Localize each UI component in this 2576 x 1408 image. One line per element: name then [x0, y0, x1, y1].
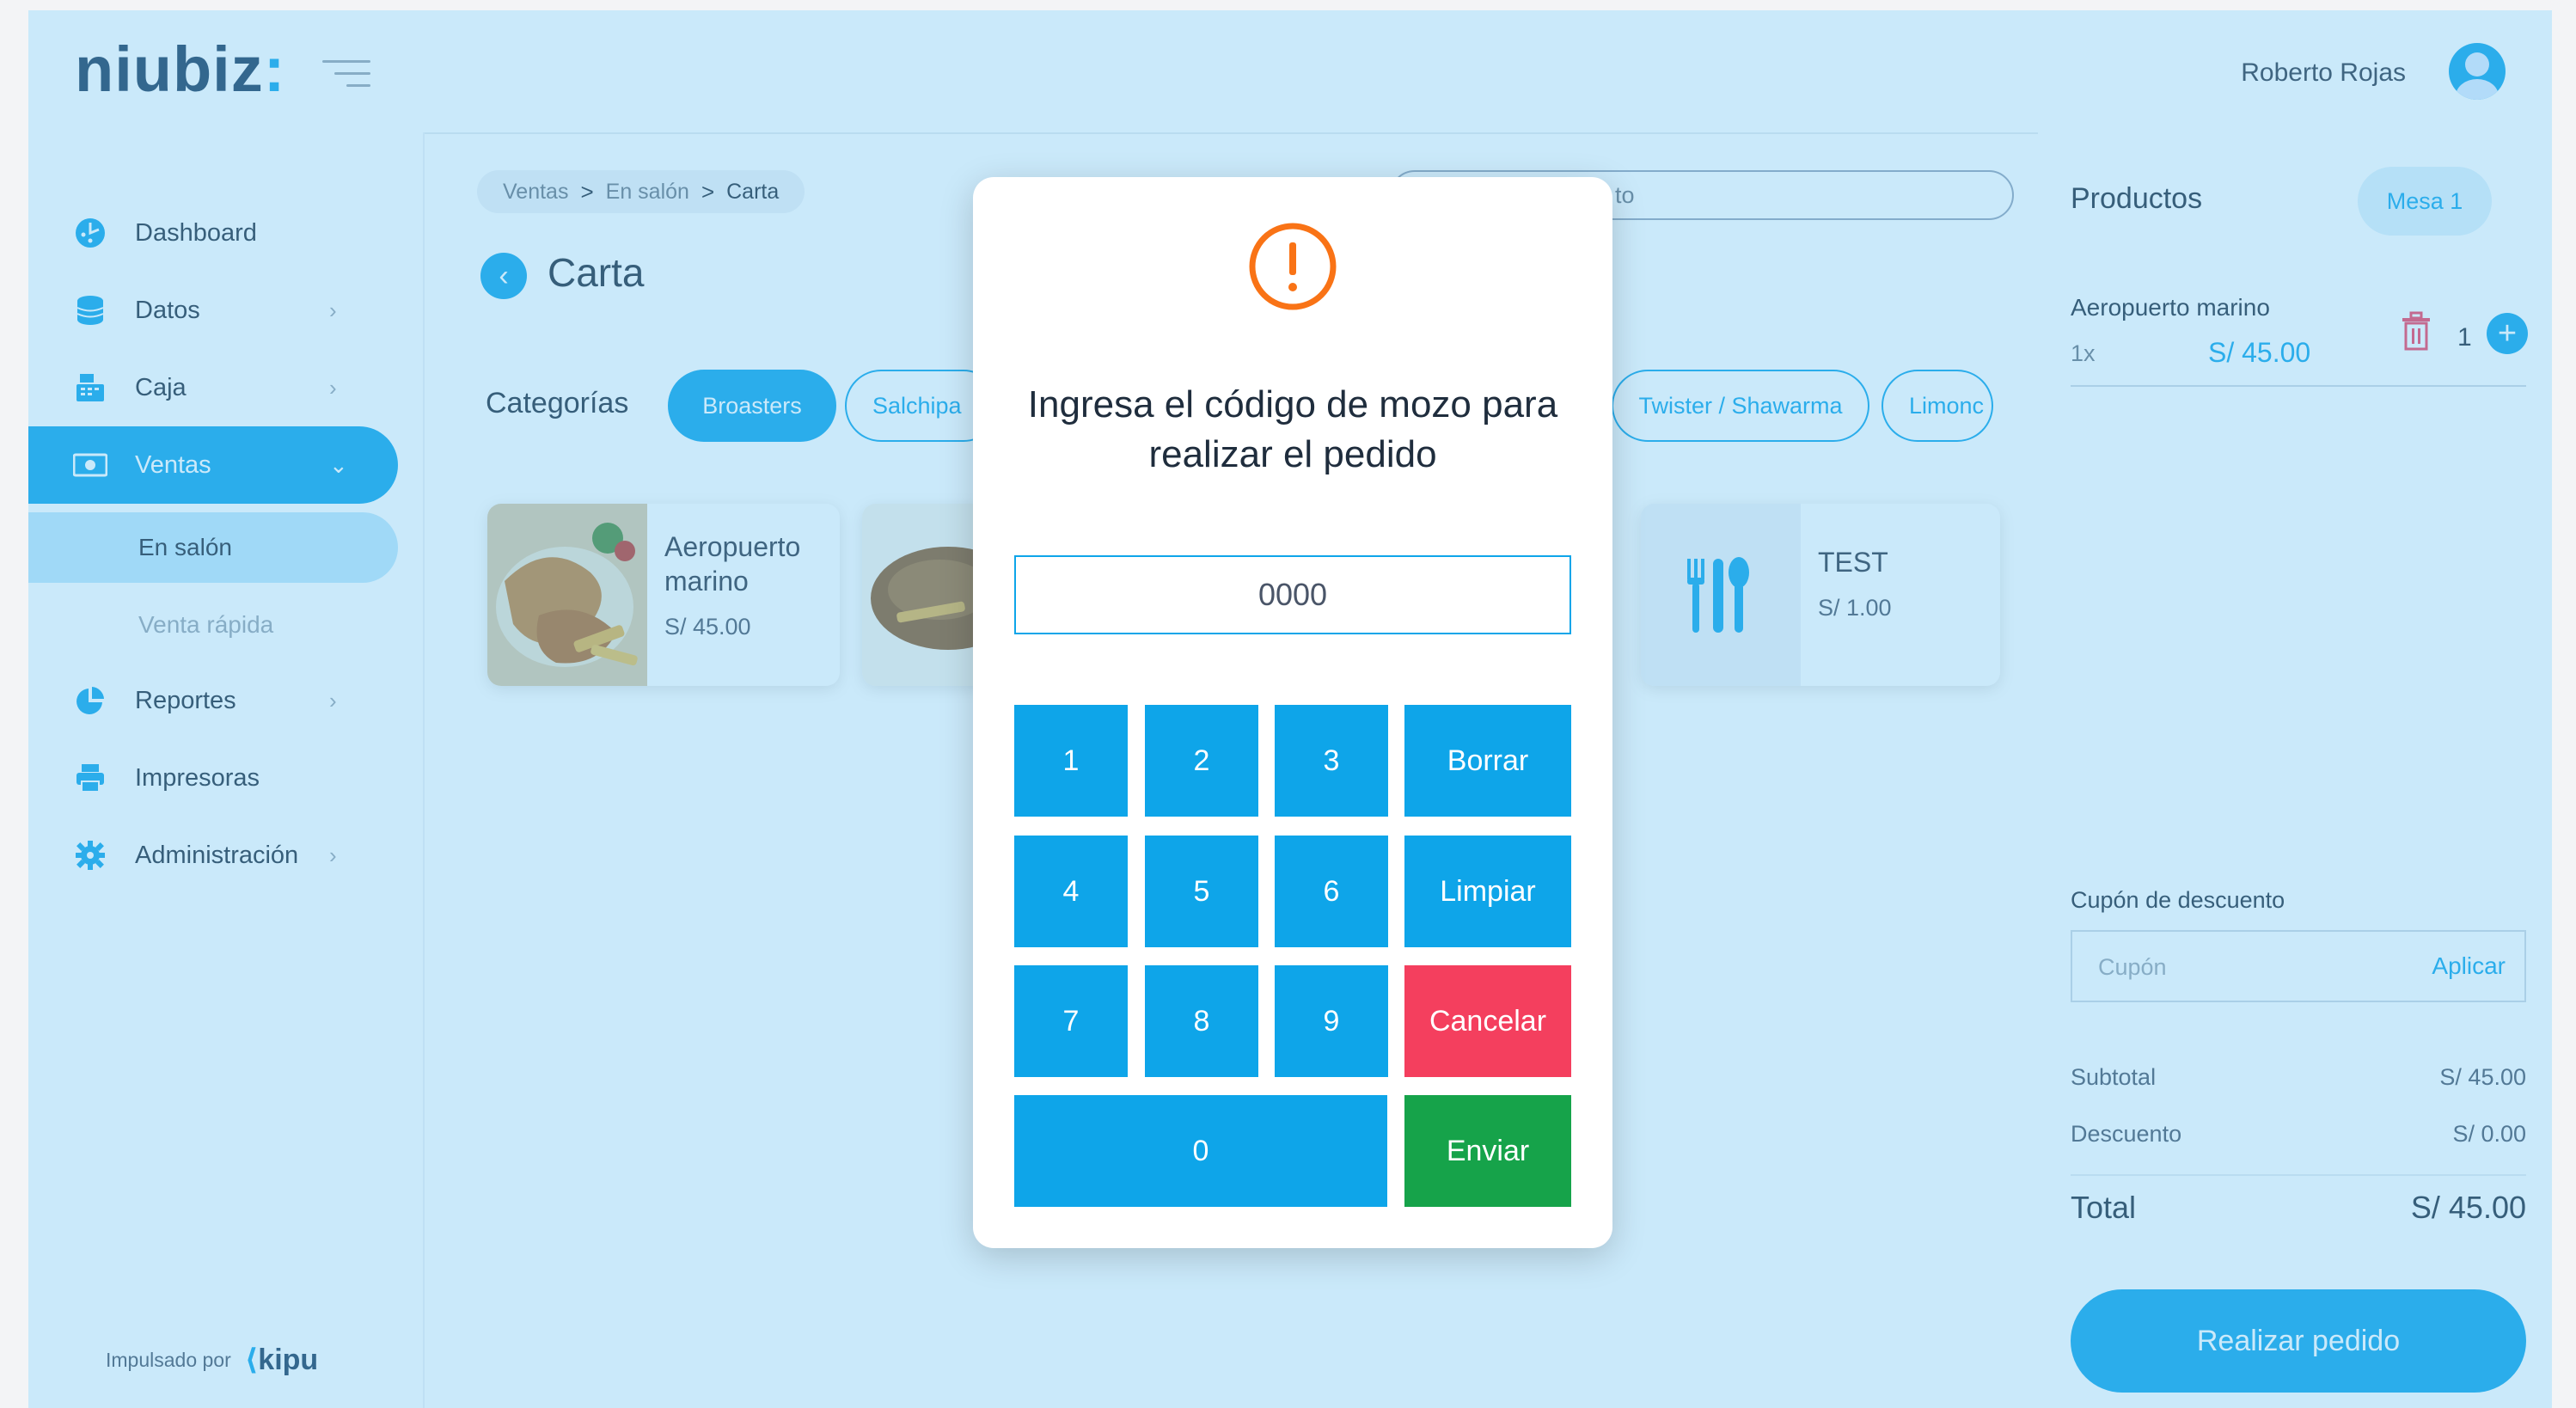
- keypad-1-button[interactable]: 1: [1014, 705, 1128, 817]
- send-button[interactable]: Enviar: [1404, 1095, 1571, 1207]
- waiter-code-modal: Ingresa el código de mozo para realizar …: [973, 177, 1612, 1248]
- keypad-5-button[interactable]: 5: [1145, 836, 1258, 947]
- keypad-8-button[interactable]: 8: [1145, 965, 1258, 1077]
- warning-icon: [1248, 222, 1337, 311]
- keypad-2-button[interactable]: 2: [1145, 705, 1258, 817]
- keypad-3-button[interactable]: 3: [1275, 705, 1388, 817]
- keypad-7-button[interactable]: 7: [1014, 965, 1128, 1077]
- modal-title: Ingresa el código de mozo para realizar …: [1027, 383, 1558, 475]
- keypad-4-button[interactable]: 4: [1014, 836, 1128, 947]
- keypad-0-button[interactable]: 0: [1014, 1095, 1387, 1207]
- delete-button[interactable]: Borrar: [1404, 705, 1571, 817]
- keypad-6-button[interactable]: 6: [1275, 836, 1388, 947]
- clear-button[interactable]: Limpiar: [1404, 836, 1571, 947]
- keypad-9-button[interactable]: 9: [1275, 965, 1388, 1077]
- cancel-button[interactable]: Cancelar: [1404, 965, 1571, 1077]
- waiter-code-input[interactable]: [1014, 555, 1571, 634]
